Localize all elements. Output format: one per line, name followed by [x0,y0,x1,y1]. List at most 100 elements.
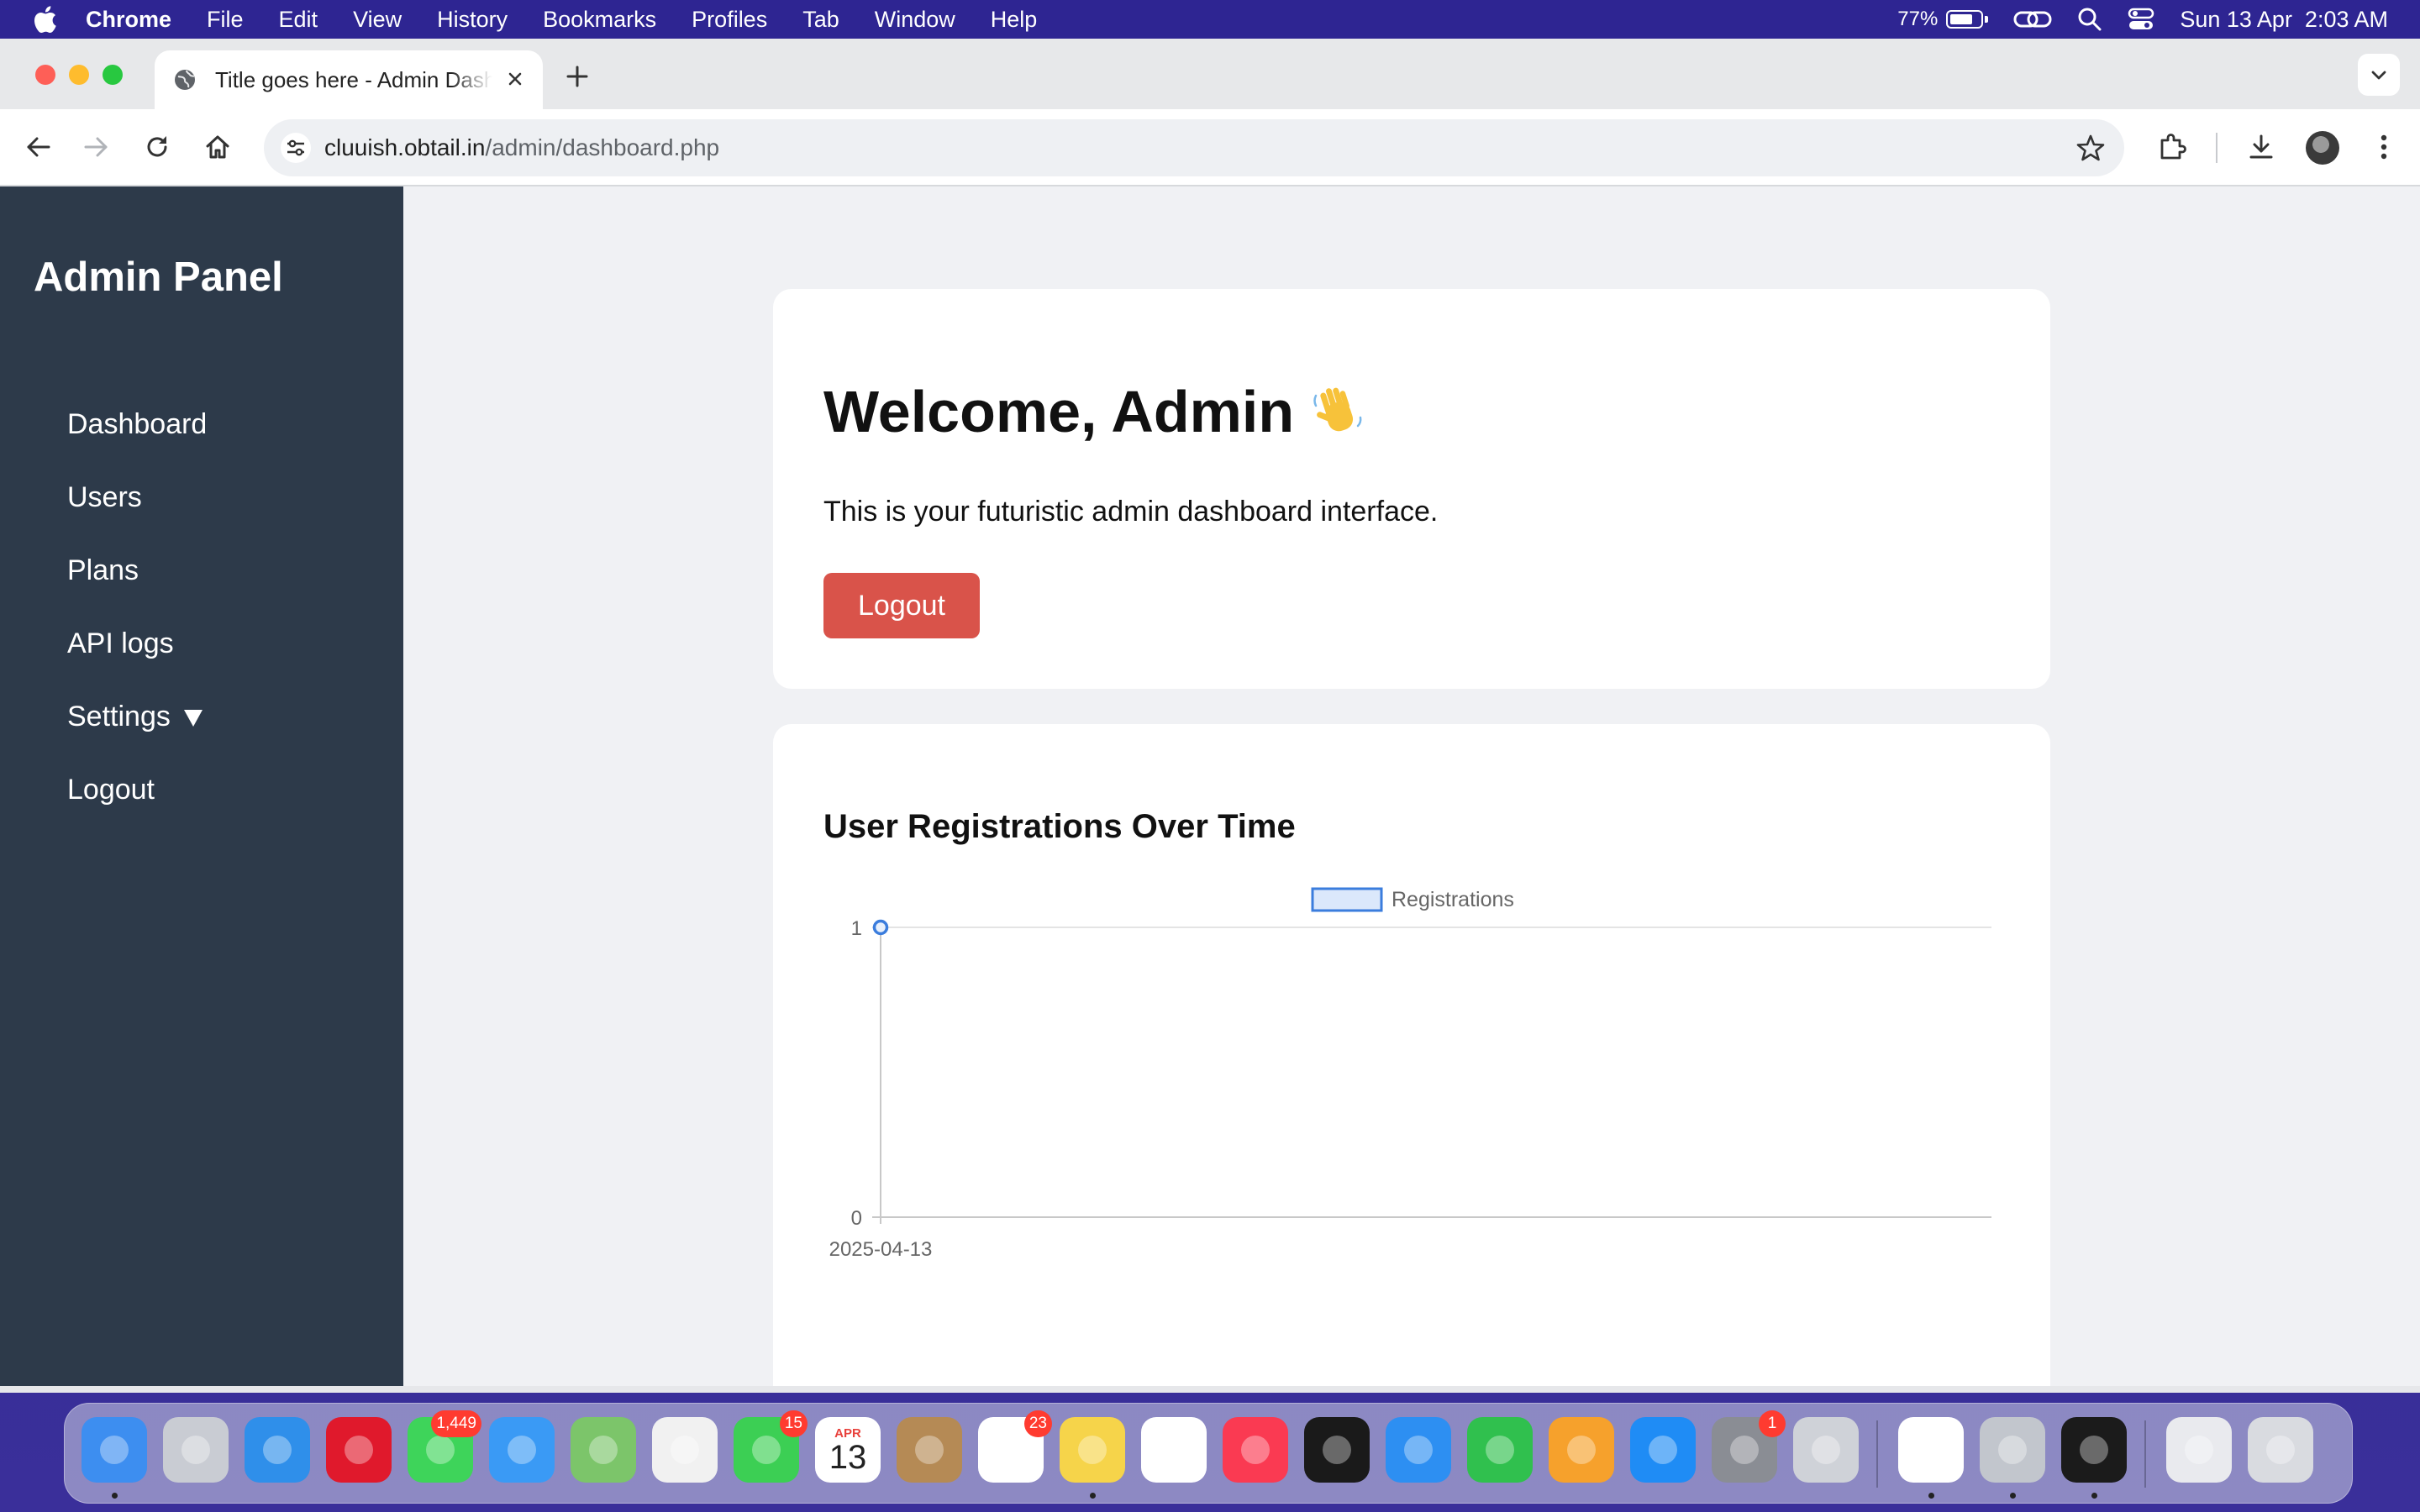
sidebar-item-users[interactable]: Users [67,461,207,534]
dock-app-contacts[interactable] [897,1417,962,1483]
dock-app-preferences[interactable] [1980,1417,2045,1483]
link-icon[interactable] [2013,8,2052,31]
menu-view[interactable]: View [353,7,402,33]
menu-bookmarks[interactable]: Bookmarks [543,7,656,33]
safari-icon-glyph [263,1436,292,1464]
dock-app-keynote[interactable] [1386,1417,1451,1483]
dock-app-opera[interactable] [326,1417,392,1483]
menu-window[interactable]: Window [875,7,955,33]
profile-avatar[interactable] [2306,131,2339,165]
window-thumbnail-icon-glyph [2185,1436,2213,1464]
contacts-icon-glyph [915,1436,944,1464]
reload-button[interactable] [139,129,175,165]
sidebar-nav: Dashboard Users Plans API logs Settings … [67,388,207,827]
menu-chrome[interactable]: Chrome [86,7,171,33]
dock-app-mail[interactable] [489,1417,555,1483]
menu-history[interactable]: History [437,7,508,33]
logout-button[interactable]: Logout [823,573,980,638]
trash-icon [2248,1417,2313,1483]
window-minimize-button[interactable] [69,65,89,85]
menu-profiles[interactable]: Profiles [692,7,767,33]
menu-tab[interactable]: Tab [802,7,839,33]
sidebar-item-label: Logout [67,774,155,806]
window-maximize-button[interactable] [103,65,123,85]
window-close-button[interactable] [35,65,55,85]
dock-app-maps[interactable] [571,1417,636,1483]
sidebar-item-label: Dashboard [67,408,208,440]
menu-help[interactable]: Help [991,7,1038,33]
menu-clock[interactable]: Sun 13 Apr 2:03 AM [2180,7,2388,33]
menu-file[interactable]: File [207,7,244,33]
notification-badge: 1,449 [431,1410,481,1437]
menu-edit[interactable]: Edit [279,7,318,33]
mail-icon [489,1417,555,1483]
dock-app-terminal[interactable] [2061,1417,2127,1483]
dock-app-music[interactable] [1223,1417,1288,1483]
downloads-button[interactable] [2244,129,2279,165]
chrome-menu-button[interactable] [2366,129,2402,165]
dock-app-system-settings[interactable]: 1 [1712,1410,1786,1483]
maps-icon [571,1417,636,1483]
bookmark-star-icon[interactable] [2075,133,2106,163]
arrow-left-icon [27,137,50,157]
launchpad-icon [163,1417,229,1483]
dock-app-iphone-mirroring[interactable] [1793,1417,1859,1483]
sidebar-item-plans[interactable]: Plans [67,534,207,607]
dock-app-numbers[interactable] [1467,1417,1533,1483]
finder-icon-glyph [100,1436,129,1464]
freeform-icon-glyph [1160,1436,1188,1464]
dock-app-facetime[interactable]: 15 [734,1410,808,1483]
freeform-icon [1141,1417,1207,1483]
control-center-icon[interactable] [2128,7,2154,32]
address-bar[interactable]: cluuish.obtail.in/admin/dashboard.php [264,119,2124,176]
url-text[interactable]: cluuish.obtail.in/admin/dashboard.php [324,119,719,176]
back-button[interactable] [20,129,55,165]
dock-app-finder[interactable] [82,1417,147,1483]
home-icon [206,135,229,159]
dock-app-pages[interactable] [1549,1417,1614,1483]
registrations-chart-card: User Registrations Over Time 1 0 2025-04-1… [773,724,2050,1393]
dock-app-screenshot-preview[interactable] [2166,1417,2232,1483]
welcome-heading-text: Welcome, Admin [823,379,1295,444]
dock-app-launchpad[interactable] [163,1417,229,1483]
dock-app-chrome[interactable] [1898,1417,1964,1483]
apple-logo-icon[interactable] [32,5,57,34]
terminal-icon [2061,1417,2127,1483]
forward-button[interactable] [79,129,114,165]
sidebar-item-settings[interactable]: Settings [67,680,207,753]
dock-app-tv[interactable] [1304,1417,1370,1483]
browser-tab-active[interactable]: Title goes here - Admin Dashboard [155,50,543,109]
dock-app-freeform[interactable] [1141,1417,1207,1483]
facetime-icon-glyph [752,1436,781,1464]
sidebar-brand: Admin Panel [34,255,283,300]
sidebar-item-logout[interactable]: Logout [67,753,207,827]
dock-app-photos[interactable] [652,1417,718,1483]
dock-app-trash[interactable] [2248,1417,2313,1483]
notification-badge: 23 [1023,1410,1052,1437]
browser-tab-strip: Title goes here - Admin Dashboard [0,39,2420,109]
maps-icon-glyph [589,1436,618,1464]
chrome-icon [1898,1417,1964,1483]
dock-app-reminders[interactable]: 23 [978,1410,1052,1483]
battery-status[interactable]: 77% [1897,8,1989,31]
toolbar-separator [2216,133,2217,163]
dock-app-safari[interactable] [245,1417,310,1483]
dock-app-notes[interactable] [1060,1417,1125,1483]
sidebar-item-dashboard[interactable]: Dashboard [67,388,207,461]
dock-app-app-store[interactable] [1630,1417,1696,1483]
running-indicator [112,1493,118,1499]
horizontal-scrollbar[interactable] [0,1386,2420,1393]
url-path: /admin/dashboard.php [485,134,720,160]
sidebar-item-api-logs[interactable]: API logs [67,607,207,680]
calendar-icon: APR 13 [815,1417,881,1483]
dock-app-calendar[interactable]: APR 13 [815,1417,881,1483]
site-info-button[interactable] [281,133,311,163]
dock-app-messages[interactable]: 1,449 [408,1410,481,1483]
tab-search-button[interactable] [2358,54,2400,96]
close-tab-icon[interactable] [502,66,528,92]
home-button[interactable] [200,129,235,165]
spotlight-search-icon[interactable] [2077,7,2102,32]
sidebar-item-label: Users [67,481,142,513]
new-tab-icon[interactable] [563,62,592,91]
extensions-button[interactable] [2154,129,2190,165]
